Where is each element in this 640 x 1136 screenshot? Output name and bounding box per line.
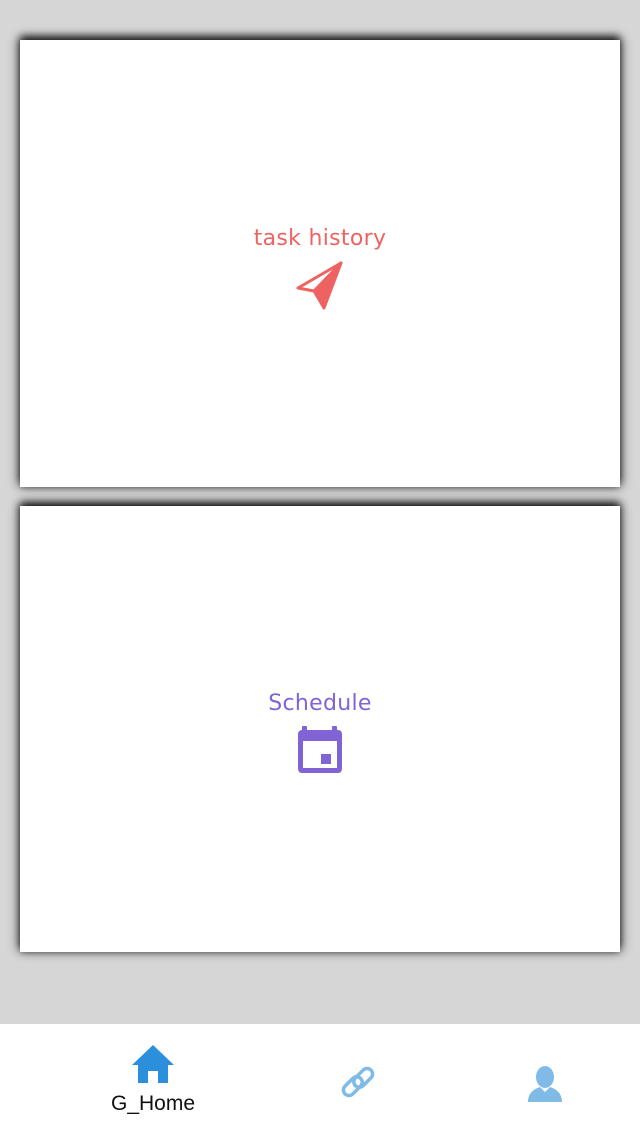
paper-plane-icon: [295, 260, 345, 310]
person-icon: [527, 1062, 563, 1106]
tab-profile[interactable]: [505, 1024, 585, 1136]
schedule-label: Schedule: [268, 691, 372, 716]
link-icon: [335, 1060, 381, 1104]
calendar-icon: [295, 725, 345, 775]
task-history-card[interactable]: task history: [20, 40, 620, 487]
home-icon: [131, 1042, 175, 1086]
schedule-content: Schedule: [268, 691, 372, 775]
tab-home-label: G_Home: [110, 1092, 196, 1115]
tab-link[interactable]: [318, 1024, 398, 1136]
task-history-content: task history: [254, 226, 387, 310]
tab-home[interactable]: G_Home: [93, 1024, 213, 1136]
tab-bar: G_Home: [0, 1024, 640, 1136]
task-history-label: task history: [253, 225, 387, 251]
schedule-card[interactable]: Schedule: [20, 506, 620, 952]
screen: task history Schedule G_Home: [0, 0, 640, 1136]
